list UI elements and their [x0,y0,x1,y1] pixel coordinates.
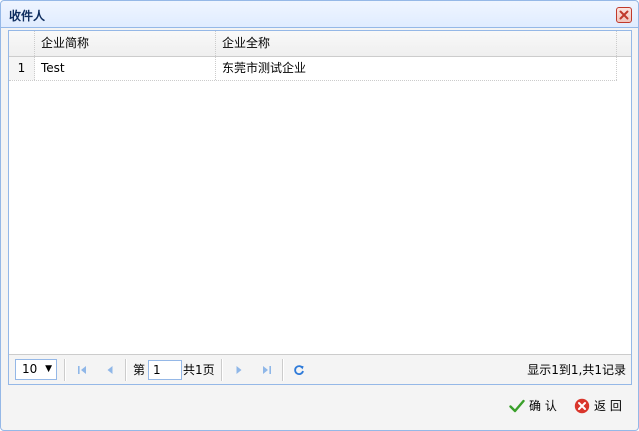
pagination-bar: 10 ▼ 第 1 共1页 显示1到1,共1记录 [9,354,631,384]
last-page-icon [263,366,271,374]
page-prefix-label: 第 [133,363,146,377]
confirm-button[interactable]: 确 认 [509,395,563,417]
page-size-value: 10 [22,362,38,376]
confirm-button-label: 确 认 [529,399,557,413]
chevron-down-icon: ▼ [45,364,52,374]
refresh-button[interactable] [290,361,308,379]
first-page-icon [78,366,86,374]
close-button[interactable] [616,7,632,23]
refresh-icon [294,365,304,375]
page-total-label: 共1页 [183,363,215,377]
page-number-input[interactable]: 1 [148,360,182,380]
prev-page-button[interactable] [101,361,119,379]
check-icon [509,399,525,413]
prev-page-icon [107,366,113,374]
back-button-label: 返 回 [594,399,622,413]
pagination-info: 显示1到1,共1记录 [527,363,626,377]
recipient-grid: 企业简称 企业全称 1 Test 东莞市测试企业 10 ▼ 第 1 共1页 显示… [8,30,632,385]
column-header-short-name[interactable]: 企业简称 [35,31,216,56]
pager-separator [125,359,127,381]
first-page-button[interactable] [73,361,91,379]
short-name-cell: Test [35,57,216,80]
row-number-header [9,31,35,56]
last-page-button[interactable] [258,361,276,379]
dialog-titlebar: 收件人 [1,1,638,28]
row-number: 1 [9,57,35,80]
full-name-cell: 东莞市测试企业 [216,57,617,80]
column-header-full-name[interactable]: 企业全称 [216,31,617,56]
dialog-title: 收件人 [9,9,46,23]
dialog-window: 收件人 企业简称 企业全称 1 Test 东莞市测试企业 10 ▼ 第 1 共1… [0,0,639,431]
grid-header: 企业简称 企业全称 [9,31,631,57]
close-icon [619,10,629,20]
table-row[interactable]: 1 Test 东莞市测试企业 [9,57,617,81]
pager-separator [64,359,66,381]
next-page-button[interactable] [230,361,248,379]
back-button[interactable]: 返 回 [574,395,628,417]
pager-separator [282,359,284,381]
pager-separator [221,359,223,381]
next-page-icon [236,366,242,374]
page-size-select[interactable]: 10 ▼ [15,359,57,380]
cancel-icon [574,398,590,414]
